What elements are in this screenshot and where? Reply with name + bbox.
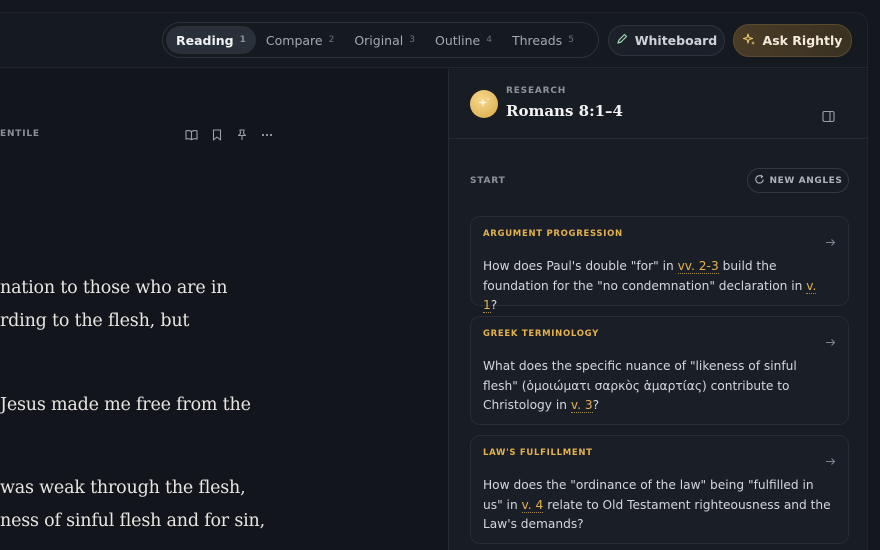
verse-reference-link[interactable]: v. 3 — [570, 398, 593, 413]
pin-icon[interactable] — [235, 128, 248, 141]
verse-line: nation to those who are in — [0, 278, 228, 298]
panel-title: Romans 8:1–4 — [506, 102, 623, 120]
sparkle-icon — [477, 95, 491, 114]
open-book-icon[interactable] — [185, 128, 198, 141]
reading-pane: ENTILE nation to those who are in rding … — [0, 69, 448, 550]
verse-line: Jesus made me free from the — [0, 395, 251, 415]
panel-eyebrow: RESEARCH — [506, 86, 567, 96]
ask-rightly-button[interactable]: Ask Rightly — [733, 24, 852, 57]
tab-label: Original — [354, 32, 404, 48]
top-bar: Reading 1 Compare 2 Original 3 Outline 4… — [0, 13, 867, 68]
research-panel: RESEARCH Romans 8:1–4 START NEW ANGLES A… — [448, 69, 867, 550]
translation-label: ENTILE — [0, 129, 40, 139]
tab-label: Outline — [434, 32, 481, 48]
question-text: ? — [490, 298, 498, 312]
question-card[interactable]: GREEK TERMINOLOGY What does the specific… — [470, 316, 849, 425]
tab-reading[interactable]: Reading 1 — [166, 26, 256, 54]
question-card[interactable]: ARGUMENT PROGRESSION How does Paul's dou… — [470, 216, 849, 313]
tab-label: Compare — [265, 32, 323, 48]
verse-line: ness of sinful flesh and for sin, — [0, 511, 265, 531]
bookmark-icon[interactable] — [210, 128, 223, 141]
card-question: How does Paul's double "for" in vv. 2-3 … — [483, 257, 834, 316]
card-category: GREEK TERMINOLOGY — [483, 329, 599, 339]
tab-label: Reading — [176, 32, 234, 48]
verse-line: was weak through the flesh, — [0, 478, 246, 498]
tab-shortcut: 5 — [568, 35, 574, 45]
app-window: Reading 1 Compare 2 Original 3 Outline 4… — [0, 12, 868, 550]
sparkle-icon — [742, 32, 756, 49]
tab-threads[interactable]: Threads 5 — [502, 26, 584, 54]
tab-original[interactable]: Original 3 — [344, 26, 425, 54]
card-category: LAW'S FULFILLMENT — [483, 448, 593, 458]
card-question: How does the "ordinance of the law" bein… — [483, 476, 834, 535]
sidebar-toggle-icon[interactable] — [822, 108, 835, 123]
tab-outline[interactable]: Outline 4 — [425, 26, 502, 54]
question-card[interactable]: LAW'S FULFILLMENT How does the "ordinanc… — [470, 435, 849, 544]
view-tabs: Reading 1 Compare 2 Original 3 Outline 4… — [162, 22, 599, 58]
arrow-right-icon — [825, 233, 836, 246]
verse-reference-link[interactable]: vv. 2-3 — [677, 259, 719, 274]
arrow-right-icon — [825, 333, 836, 346]
tab-shortcut: 3 — [409, 35, 415, 45]
research-avatar — [470, 90, 498, 118]
more-icon[interactable] — [260, 128, 273, 141]
arrow-right-icon — [825, 452, 836, 465]
section-label: START — [470, 176, 506, 186]
question-text: How does Paul's double "for" in — [483, 259, 678, 273]
tab-shortcut: 1 — [239, 35, 246, 45]
whiteboard-button[interactable]: Whiteboard — [608, 25, 725, 56]
reader-toolbar — [185, 128, 273, 141]
question-text: ? — [592, 398, 600, 412]
ask-label: Ask Rightly — [762, 33, 843, 48]
verse-line: rding to the flesh, but — [0, 311, 190, 331]
card-category: ARGUMENT PROGRESSION — [483, 229, 623, 239]
tab-compare[interactable]: Compare 2 — [256, 26, 344, 54]
tab-shortcut: 4 — [486, 35, 492, 45]
new-angles-button[interactable]: NEW ANGLES — [747, 168, 849, 193]
pen-icon — [616, 33, 628, 48]
refresh-icon — [754, 174, 765, 188]
tab-shortcut: 2 — [328, 35, 335, 45]
whiteboard-label: Whiteboard — [634, 33, 718, 48]
question-text: What does the specific nuance of "likene… — [483, 359, 797, 412]
verse-reference-link[interactable]: v. 4 — [521, 497, 544, 513]
card-question: What does the specific nuance of "likene… — [483, 357, 834, 416]
panel-header: RESEARCH Romans 8:1–4 — [449, 69, 867, 139]
tab-label: Threads — [511, 32, 563, 48]
new-angles-label: NEW ANGLES — [769, 175, 843, 186]
